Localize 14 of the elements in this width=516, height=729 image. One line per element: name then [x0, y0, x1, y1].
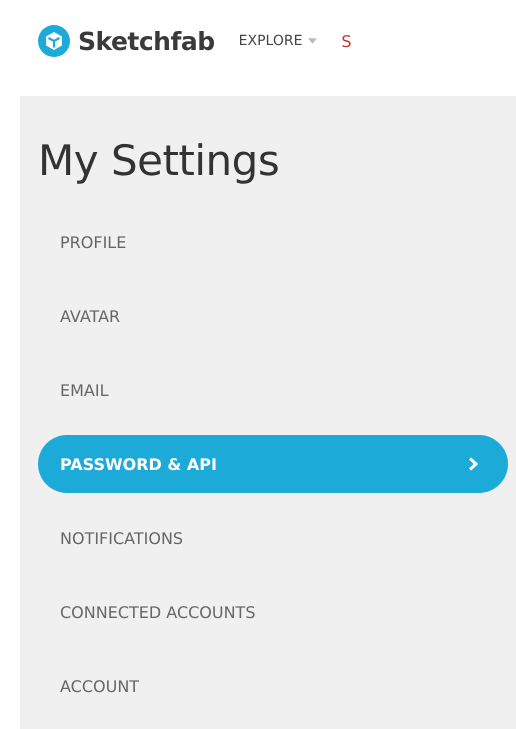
- page-title: My Settings: [38, 136, 280, 185]
- settings-menu-item[interactable]: PASSWORD & API: [38, 435, 508, 493]
- logo-icon[interactable]: [38, 25, 70, 57]
- settings-menu-item[interactable]: PROFILE: [38, 213, 508, 271]
- chevron-icon: [468, 457, 478, 471]
- caret-icon: [308, 38, 318, 44]
- settings-menu-item[interactable]: NOTIFICATIONS: [38, 509, 508, 567]
- nav-link[interactable]: S: [341, 32, 352, 50]
- logo-text[interactable]: Sketchfab: [78, 26, 215, 56]
- nav-link[interactable]: EXPLORE: [238, 33, 318, 49]
- settings-menu-item[interactable]: AVATAR: [38, 287, 508, 345]
- settings-menu-item[interactable]: EMAIL: [38, 361, 508, 419]
- settings-menu-item[interactable]: ACCOUNT: [38, 657, 508, 715]
- settings-menu-item[interactable]: CONNECTED ACCOUNTS: [38, 583, 508, 641]
